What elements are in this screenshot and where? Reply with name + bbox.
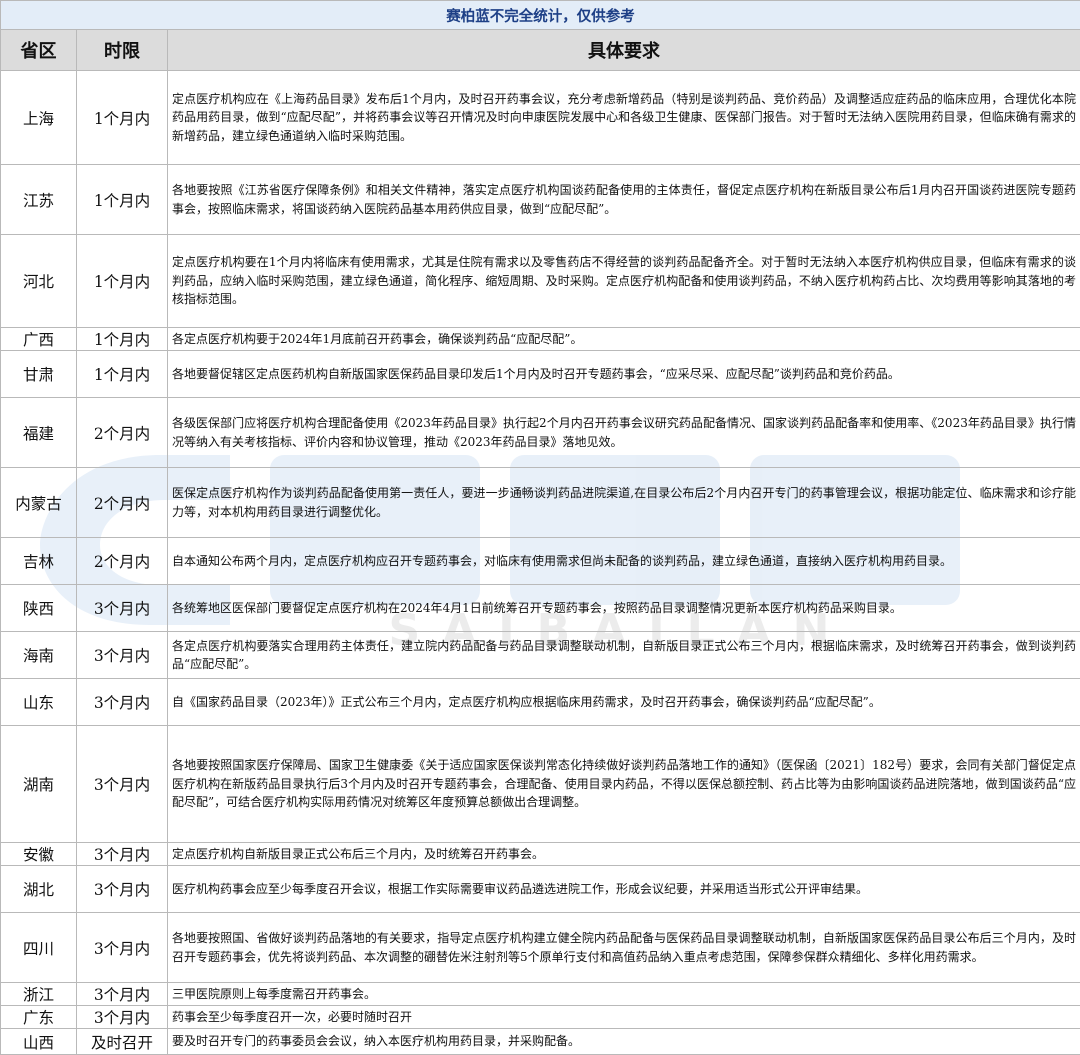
table-row: 浙江3个月内三甲医院原则上每季度需召开药事会。 [1,983,1080,1006]
term-cell: 2个月内 [77,538,168,585]
province-cell: 广东 [1,1006,77,1029]
column-header-province: 省区 [1,30,77,71]
table-row: 甘肃1个月内各地要督促辖区定点医药机构自新版国家医保药品目录印发后1个月内及时召… [1,351,1080,398]
table-row: 内蒙古2个月内医保定点医疗机构作为谈判药品配备使用第一责任人，要进一步通畅谈判药… [1,468,1080,538]
province-cell: 海南 [1,632,77,679]
province-cell: 广西 [1,328,77,351]
province-cell: 山东 [1,679,77,726]
requirement-cell: 各定点医疗机构要落实合理用药主体责任，建立院内药品配备与药品目录调整联动机制，自… [168,632,1080,679]
table-row: 河北1个月内定点医疗机构要在1个月内将临床有使用需求，尤其是住院有需求以及零售药… [1,235,1080,328]
requirement-cell: 要及时召开专门的药事委员会会议，纳入本医疗机构用药目录，并采购配备。 [168,1029,1080,1055]
table-row: 湖南3个月内各地要按照国家医疗保障局、国家卫生健康委《关于适应国家医保谈判常态化… [1,726,1080,843]
table-row: 山西及时召开要及时召开专门的药事委员会会议，纳入本医疗机构用药目录，并采购配备。 [1,1029,1080,1055]
province-cell: 内蒙古 [1,468,77,538]
requirement-cell: 各地要按照国、省做好谈判药品落地的有关要求，指导定点医疗机构建立健全院内药品配备… [168,913,1080,983]
table-row: 安徽3个月内定点医疗机构自新版目录正式公布后三个月内，及时统筹召开药事会。 [1,843,1080,866]
term-cell: 3个月内 [77,866,168,913]
province-cell: 河北 [1,235,77,328]
requirement-cell: 各地要督促辖区定点医药机构自新版国家医保药品目录印发后1个月内及时召开专题药事会… [168,351,1080,398]
term-cell: 1个月内 [77,165,168,235]
column-header-row: 省区 时限 具体要求 [1,30,1080,71]
province-cell: 吉林 [1,538,77,585]
term-cell: 1个月内 [77,235,168,328]
table-row: 四川3个月内各地要按照国、省做好谈判药品落地的有关要求，指导定点医疗机构建立健全… [1,913,1080,983]
term-cell: 及时召开 [77,1029,168,1055]
requirement-cell: 各定点医疗机构要于2024年1月底前召开药事会，确保谈判药品“应配尽配”。 [168,328,1080,351]
table-row: 江苏1个月内各地要按照《江苏省医疗保障条例》和相关文件精神，落实定点医疗机构国谈… [1,165,1080,235]
requirement-cell: 各地要按照《江苏省医疗保障条例》和相关文件精神，落实定点医疗机构国谈药配备使用的… [168,165,1080,235]
province-cell: 湖北 [1,866,77,913]
requirement-cell: 药事会至少每季度召开一次，必要时随时召开 [168,1006,1080,1029]
term-cell: 2个月内 [77,468,168,538]
term-cell: 1个月内 [77,328,168,351]
province-cell: 上海 [1,71,77,165]
header-note-row: 赛柏蓝不完全统计，仅供参考 [1,1,1080,30]
requirement-cell: 自《国家药品目录（2023年）》正式公布三个月内，定点医疗机构应根据临床用药需求… [168,679,1080,726]
requirement-cell: 自本通知公布两个月内，定点医疗机构应召开专题药事会，对临床有使用需求但尚未配备的… [168,538,1080,585]
requirement-cell: 定点医疗机构自新版目录正式公布后三个月内，及时统筹召开药事会。 [168,843,1080,866]
province-cell: 甘肃 [1,351,77,398]
province-cell: 山西 [1,1029,77,1055]
table-row: 上海1个月内定点医疗机构应在《上海药品目录》发布后1个月内，及时召开药事会议，充… [1,71,1080,165]
column-header-requirement: 具体要求 [168,30,1080,71]
province-cell: 湖南 [1,726,77,843]
table-row: 海南3个月内各定点医疗机构要落实合理用药主体责任，建立院内药品配备与药品目录调整… [1,632,1080,679]
table-row: 广东3个月内药事会至少每季度召开一次，必要时随时召开 [1,1006,1080,1029]
column-header-term: 时限 [77,30,168,71]
term-cell: 3个月内 [77,726,168,843]
province-cell: 安徽 [1,843,77,866]
requirement-cell: 定点医疗机构应在《上海药品目录》发布后1个月内，及时召开药事会议，充分考虑新增药… [168,71,1080,165]
term-cell: 3个月内 [77,1006,168,1029]
table-row: 湖北3个月内医疗机构药事会应至少每季度召开会议，根据工作实际需要审议药品遴选进院… [1,866,1080,913]
province-cell: 四川 [1,913,77,983]
header-note: 赛柏蓝不完全统计，仅供参考 [1,1,1080,30]
policy-table: 赛柏蓝不完全统计，仅供参考 省区 时限 具体要求 上海1个月内定点医疗机构应在《… [0,0,1080,1055]
term-cell: 3个月内 [77,913,168,983]
province-cell: 浙江 [1,983,77,1006]
requirement-cell: 各统筹地区医保部门要督促定点医疗机构在2024年4月1日前统筹召开专题药事会，按… [168,585,1080,632]
term-cell: 3个月内 [77,632,168,679]
province-cell: 江苏 [1,165,77,235]
term-cell: 3个月内 [77,843,168,866]
requirement-cell: 各地要按照国家医疗保障局、国家卫生健康委《关于适应国家医保谈判常态化持续做好谈判… [168,726,1080,843]
province-cell: 福建 [1,398,77,468]
table-row: 陕西3个月内各统筹地区医保部门要督促定点医疗机构在2024年4月1日前统筹召开专… [1,585,1080,632]
table-row: 山东3个月内自《国家药品目录（2023年）》正式公布三个月内，定点医疗机构应根据… [1,679,1080,726]
term-cell: 3个月内 [77,585,168,632]
province-cell: 陕西 [1,585,77,632]
term-cell: 3个月内 [77,983,168,1006]
term-cell: 2个月内 [77,398,168,468]
requirement-cell: 医保定点医疗机构作为谈判药品配备使用第一责任人，要进一步通畅谈判药品进院渠道,在… [168,468,1080,538]
requirement-cell: 定点医疗机构要在1个月内将临床有使用需求，尤其是住院有需求以及零售药店不得经营的… [168,235,1080,328]
term-cell: 3个月内 [77,679,168,726]
requirement-cell: 三甲医院原则上每季度需召开药事会。 [168,983,1080,1006]
policy-sheet: SAIBAILAN 赛柏蓝不完全统计，仅供参考 省区 时限 具体要求 上海1个月… [0,0,1080,1014]
term-cell: 1个月内 [77,351,168,398]
term-cell: 1个月内 [77,71,168,165]
table-row: 福建2个月内各级医保部门应将医疗机构合理配备使用《2023年药品目录》执行起2个… [1,398,1080,468]
table-row: 吉林2个月内自本通知公布两个月内，定点医疗机构应召开专题药事会，对临床有使用需求… [1,538,1080,585]
table-row: 广西1个月内各定点医疗机构要于2024年1月底前召开药事会，确保谈判药品“应配尽… [1,328,1080,351]
requirement-cell: 各级医保部门应将医疗机构合理配备使用《2023年药品目录》执行起2个月内召开药事… [168,398,1080,468]
requirement-cell: 医疗机构药事会应至少每季度召开会议，根据工作实际需要审议药品遴选进院工作，形成会… [168,866,1080,913]
